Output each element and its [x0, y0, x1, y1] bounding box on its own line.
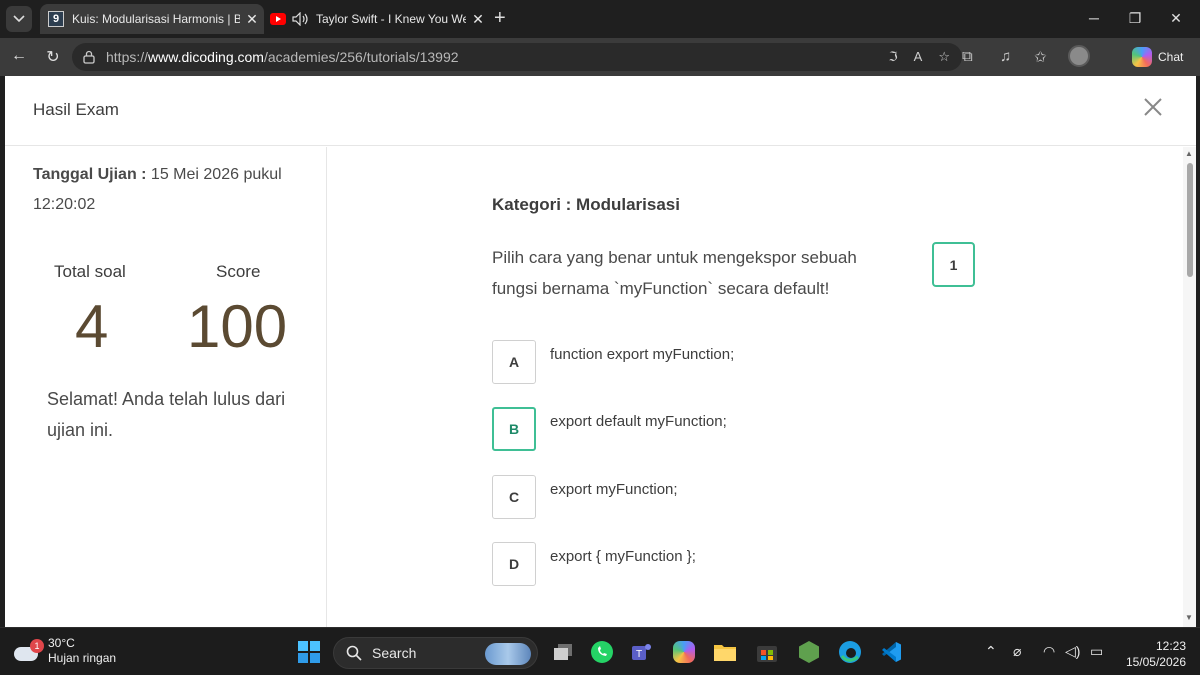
option-c-text: export myFunction;	[550, 481, 678, 498]
modal-title: Hasil Exam	[33, 100, 119, 119]
new-tab-button[interactable]: +	[494, 8, 506, 28]
option-b-text: export default myFunction;	[550, 413, 727, 430]
dicoding-favicon-icon: 9	[48, 11, 64, 27]
search-highlight-image	[485, 643, 531, 665]
copilot-icon	[1132, 47, 1152, 67]
edge-browser-icon[interactable]	[838, 640, 862, 664]
battery-charging-icon[interactable]: ▭	[1090, 643, 1103, 660]
network-off-icon[interactable]: ⌀	[1013, 643, 1021, 660]
wifi-icon[interactable]: ◠	[1043, 643, 1055, 660]
browser-toolbar: ← ↻ https://www.dicoding.com/academies/2…	[0, 38, 1200, 76]
chat-label: Chat	[1158, 50, 1184, 64]
search-icon	[346, 645, 362, 661]
windows-start-icon[interactable]	[297, 640, 321, 664]
system-clock[interactable]: 12:23 15/05/2026	[1118, 638, 1186, 670]
tab-dicoding-quiz[interactable]: 9 Kuis: Modularisasi Harmonis | Belajar …	[40, 4, 264, 34]
option-b-button[interactable]: B	[492, 407, 536, 451]
tab-close-button[interactable]: ✕	[470, 11, 486, 28]
total-questions-value: 4	[75, 293, 109, 360]
back-arrow-icon[interactable]: ←	[8, 47, 30, 65]
exam-date: Tanggal Ujian : 15 Mei 2026 pukul 12:20:…	[33, 160, 293, 220]
total-questions-label: Total soal	[54, 262, 126, 281]
content-scrollbar[interactable]: ▲ ▼	[1183, 147, 1196, 627]
modal-close-icon[interactable]	[1143, 94, 1163, 122]
media-control-icon[interactable]: ♫	[1000, 48, 1011, 65]
tab-title: Kuis: Modularisasi Harmonis | Belajar	[72, 12, 240, 26]
question-category: Kategori : Modularisasi	[492, 195, 680, 214]
scroll-up-icon[interactable]: ▲	[1185, 149, 1193, 158]
tray-overflow-chevron-icon[interactable]: ⌃	[985, 643, 997, 660]
nodejs-icon[interactable]	[797, 640, 821, 664]
search-label: Search	[372, 645, 417, 661]
option-d-button[interactable]: D	[492, 542, 536, 586]
refresh-icon[interactable]: ↻	[42, 47, 64, 67]
copilot-app-icon[interactable]	[672, 640, 696, 664]
minimize-icon[interactable]: ─	[1084, 10, 1104, 26]
option-d-text: export { myFunction };	[550, 548, 696, 565]
whatsapp-icon[interactable]	[590, 640, 614, 664]
exam-date-label: Tanggal Ujian :	[33, 166, 147, 183]
question-text: Pilih cara yang benar untuk mengekspor s…	[492, 248, 857, 298]
chevron-down-icon	[13, 15, 25, 23]
favorite-star-icon[interactable]: ☆	[938, 49, 950, 65]
url-text: https://www.dicoding.com/academies/256/t…	[106, 49, 459, 65]
clock-time: 12:23	[1155, 639, 1186, 653]
vscode-icon[interactable]	[879, 640, 903, 664]
notification-badge: 1	[30, 639, 44, 653]
address-bar[interactable]: https://www.dicoding.com/academies/256/t…	[72, 43, 962, 71]
collections-icon[interactable]: ✩	[1034, 48, 1047, 66]
scroll-down-icon[interactable]: ▼	[1185, 613, 1193, 622]
close-window-icon[interactable]: ✕	[1166, 10, 1186, 27]
option-c-button[interactable]: C	[492, 475, 536, 519]
extensions-puzzle-icon[interactable]: ⧉	[962, 48, 973, 65]
microsoft-store-icon[interactable]	[755, 640, 779, 664]
youtube-favicon-icon	[270, 13, 286, 25]
tab-youtube[interactable]: Taylor Swift - I Knew You Were Trouble ✕	[266, 4, 486, 34]
tab-title: Taylor Swift - I Knew You Were Trouble	[316, 12, 466, 26]
task-view-icon[interactable]	[551, 640, 575, 664]
question-number-badge[interactable]: 1	[932, 242, 975, 287]
option-a-button[interactable]: A	[492, 340, 536, 384]
weather-condition: Hujan ringan	[48, 651, 117, 665]
modal-header: Hasil Exam	[5, 76, 1196, 146]
tab-actions-button[interactable]	[6, 6, 32, 32]
svg-text:T: T	[636, 649, 642, 660]
option-a-text: function export myFunction;	[550, 346, 735, 363]
tab-close-button[interactable]: ✕	[244, 11, 260, 28]
read-aloud-icon[interactable]: A	[914, 49, 923, 65]
clock-date: 15/05/2026	[1125, 655, 1186, 669]
score-value: 100	[187, 293, 288, 360]
restore-icon[interactable]: ❐	[1125, 10, 1145, 27]
pass-message: Selamat! Anda telah lulus dari ujian ini…	[47, 389, 286, 440]
temperature: 30°C	[48, 636, 75, 650]
scroll-thumb[interactable]	[1187, 163, 1193, 277]
taskbar-search[interactable]: Search	[333, 637, 538, 669]
teams-icon[interactable]: T	[630, 640, 654, 664]
translate-icon[interactable]: ℑ	[889, 49, 898, 65]
lock-icon[interactable]	[82, 50, 96, 64]
profile-avatar[interactable]	[1068, 45, 1090, 67]
windows-taskbar: 1 30°C Hujan ringan Search T ⌃ ⌀ ◠ ◁) ▭ …	[0, 627, 1200, 675]
rain-cloud-icon: 1	[14, 639, 44, 661]
exam-result-modal: Hasil Exam Tanggal Ujian : 15 Mei 2026 p…	[5, 76, 1196, 627]
score-label: Score	[216, 262, 261, 281]
browser-tab-strip: 9 Kuis: Modularisasi Harmonis | Belajar …	[0, 0, 1200, 38]
volume-icon[interactable]: ◁)	[1065, 643, 1080, 660]
speaker-playing-icon[interactable]	[292, 12, 310, 26]
copilot-chat-button[interactable]: Chat	[1132, 44, 1183, 70]
file-explorer-icon[interactable]	[713, 640, 737, 664]
weather-widget[interactable]: 1 30°C Hujan ringan	[14, 636, 116, 666]
